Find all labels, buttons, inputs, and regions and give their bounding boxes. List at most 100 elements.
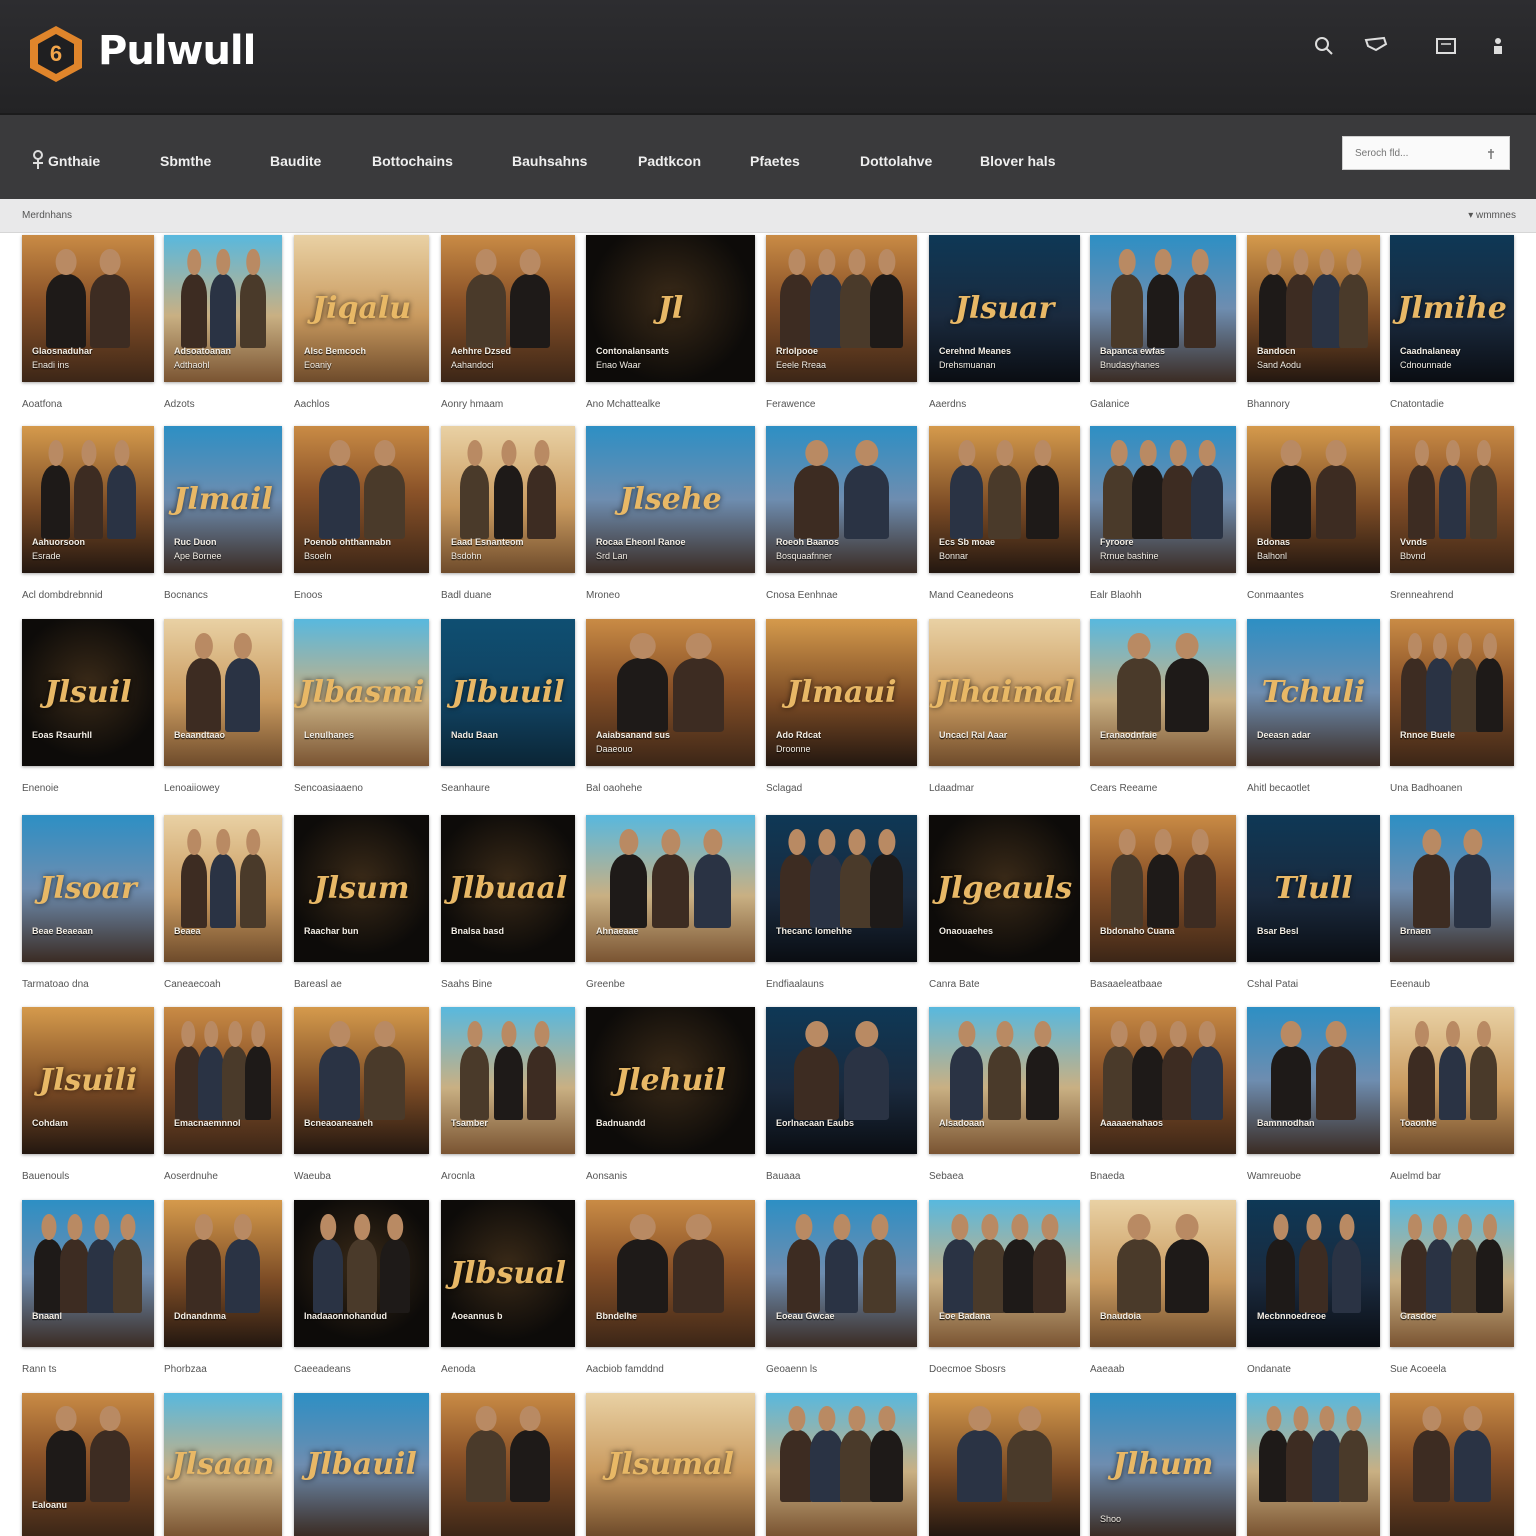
poster-title[interactable]: Aaeaab [1090,1364,1124,1375]
window-icon[interactable] [1432,32,1460,60]
sort-dropdown[interactable]: ▾ wmmnes [1468,210,1516,221]
poster-card[interactable]: Jlmaui Ado Rdcat Droonne [766,619,917,766]
poster-title[interactable]: Aonry hmaam [441,399,503,410]
poster-card[interactable]: Jlbasmi Lenulhanes [294,619,429,766]
poster-card[interactable]: Grasdoe [1390,1200,1514,1347]
poster-title[interactable]: Ldaadmar [929,783,974,794]
poster-card[interactable]: Eoe Badana [929,1200,1080,1347]
poster-title[interactable]: Auelmd bar [1390,1171,1441,1182]
poster-card[interactable]: Ddnandnma [164,1200,282,1347]
poster-card[interactable] [929,1393,1080,1536]
poster-card[interactable]: Aahuorsoon Esrade [22,426,154,573]
poster-title[interactable]: Caneaecoah [164,979,221,990]
nav-item-6[interactable]: Padtkcon [638,153,701,169]
nav-item-5[interactable]: Bauhsahns [512,153,587,169]
poster-title[interactable]: Aoatfona [22,399,62,410]
poster-title[interactable]: Una Badhoanen [1390,783,1462,794]
poster-title[interactable]: Saahs Bine [441,979,492,990]
poster-title[interactable]: Aachlos [294,399,330,410]
nav-item-8[interactable]: Dottolahve [860,153,932,169]
poster-card[interactable]: Roeoh Baanos Bosquaafnner [766,426,917,573]
poster-title[interactable]: Ferawence [766,399,815,410]
poster-title[interactable]: Adzots [164,399,195,410]
poster-title[interactable]: Mand Ceanedeons [929,590,1014,601]
poster-card[interactable]: Bamnnodhan [1247,1007,1380,1154]
person-icon[interactable] [1484,32,1512,60]
poster-title[interactable]: Lenoaiiowey [164,783,220,794]
nav-item-3[interactable]: Baudite [270,153,321,169]
poster-title[interactable]: Endfiaalauns [766,979,824,990]
poster-title[interactable]: Doecmoe Sbosrs [929,1364,1006,1375]
poster-title[interactable]: Galanice [1090,399,1129,410]
poster-card[interactable]: Jlsumal [586,1393,755,1536]
poster-card[interactable]: Thecanc lomehhe [766,815,917,962]
poster-card[interactable]: Jlbuuil Nadu Baan [441,619,575,766]
nav-item-4[interactable]: Bottochains [372,153,453,169]
poster-card[interactable]: Brnaen [1390,815,1514,962]
poster-card[interactable]: Jlsehe Rocaa Eheonl Ranoe Srd Lan [586,426,755,573]
poster-title[interactable]: Ano Mchattealke [586,399,661,410]
poster-card[interactable]: Mecbnnoedreoe [1247,1200,1380,1347]
site-logo-text[interactable]: Pulwull [98,28,256,74]
breadcrumb[interactable]: Merdnhans [22,210,72,221]
poster-title[interactable]: Bauaaa [766,1171,800,1182]
poster-card[interactable]: Aaiabsanand sus Daaeouo [586,619,755,766]
poster-title[interactable]: Cnatontadie [1390,399,1444,410]
poster-title[interactable]: Arocnla [441,1171,475,1182]
poster-card[interactable]: Adsoatoanan Adthaohl [164,235,282,382]
poster-title[interactable]: Acl dombdrebnnid [22,590,103,601]
poster-title[interactable]: Tarmatoao dna [22,979,89,990]
poster-card[interactable]: Beaea [164,815,282,962]
poster-title[interactable]: Phorbzaa [164,1364,207,1375]
poster-card[interactable] [1247,1393,1380,1536]
nav-item-1[interactable]: Gnthaie [48,153,100,169]
poster-title[interactable]: Canra Bate [929,979,980,990]
poster-title[interactable]: Badl duane [441,590,492,601]
poster-card[interactable] [766,1393,917,1536]
poster-title[interactable]: Greenbe [586,979,625,990]
poster-card[interactable]: Jlmail Ruc Duon Ape Bornee [164,426,282,573]
poster-card[interactable]: Tchuli Deeasn adar [1247,619,1380,766]
poster-title[interactable]: Bal oaohehe [586,783,642,794]
poster-card[interactable]: Aehhre Dzsed Aahandoci [441,235,575,382]
poster-title[interactable]: Cnosa Eenhnae [766,590,838,601]
poster-title[interactable]: Ahitl becaotlet [1247,783,1310,794]
poster-card[interactable]: Eaad Esnanteom Bsdohn [441,426,575,573]
poster-card[interactable]: Toaonhe [1390,1007,1514,1154]
home-icon[interactable] [28,149,48,176]
poster-card[interactable]: Bnaudoia [1090,1200,1236,1347]
search-submit-icon[interactable] [1480,143,1502,165]
poster-card[interactable]: Bdonas Balhonl [1247,426,1380,573]
poster-title[interactable]: Sclagad [766,783,802,794]
poster-card[interactable]: Jlsum Raachar bun [294,815,429,962]
poster-title[interactable]: Enenoie [22,783,59,794]
poster-card[interactable]: Rnnoe Buele [1390,619,1514,766]
nav-item-2[interactable]: Sbmthe [160,153,211,169]
poster-card[interactable]: Tlull Bsar Besl [1247,815,1380,962]
poster-title[interactable]: Ealr Blaohh [1090,590,1142,601]
poster-card[interactable]: Alsadoaan [929,1007,1080,1154]
poster-card[interactable]: Bnaanl [22,1200,154,1347]
poster-title[interactable]: Cshal Patai [1247,979,1298,990]
poster-title[interactable]: Caeeadeans [294,1364,351,1375]
poster-title[interactable]: Wamreuobe [1247,1171,1301,1182]
poster-card[interactable]: Jlbuaal Bnalsa basd [441,815,575,962]
poster-card[interactable]: Jlhaimal Uncacl Ral Aaar [929,619,1080,766]
poster-card[interactable]: Ealoanu [22,1393,154,1536]
logo-icon[interactable]: 6 [30,26,82,82]
poster-title[interactable]: Sebaea [929,1171,963,1182]
poster-card[interactable]: Jlsuar Cerehnd Meanes Drehsmuanan [929,235,1080,382]
poster-card[interactable]: Bcneaoaneaneh [294,1007,429,1154]
poster-card[interactable]: Eoeau Gwcae [766,1200,917,1347]
poster-title[interactable]: Sue Acoeela [1390,1364,1446,1375]
poster-card[interactable]: Jl Contonalansants Enao Waar [586,235,755,382]
poster-card[interactable]: Fyroore Rrnue bashine [1090,426,1236,573]
poster-title[interactable]: Bhannory [1247,399,1290,410]
poster-title[interactable]: Bauenouls [22,1171,69,1182]
poster-title[interactable]: Rann ts [22,1364,56,1375]
poster-title[interactable]: Seanhaure [441,783,490,794]
search-icon[interactable] [1310,32,1338,60]
poster-title[interactable]: Conmaantes [1247,590,1304,601]
poster-title[interactable]: Bnaeda [1090,1171,1124,1182]
poster-title[interactable]: Sencoasiaaeno [294,783,363,794]
